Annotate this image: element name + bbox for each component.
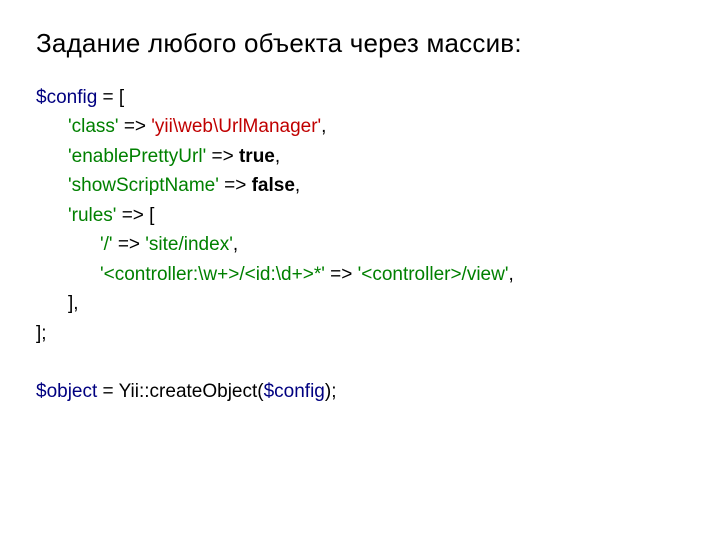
code-line: 'rules' => [ (36, 201, 684, 230)
code-punct: , (275, 146, 280, 167)
code-string: 'enablePrettyUrl' (68, 146, 206, 167)
slide: Задание любого объекта через массив: $co… (0, 0, 720, 435)
code-punct: ], (68, 293, 79, 314)
slide-title: Задание любого объекта через массив: (36, 28, 684, 59)
code-string: '<controller:\w+>/<id:\d+>*' (100, 264, 325, 285)
code-punct: , (233, 234, 238, 255)
code-punct: ); (325, 381, 337, 402)
code-punct: = Yii::createObject( (97, 381, 263, 402)
code-variable: $config (264, 381, 325, 402)
code-punct: => (325, 264, 358, 285)
code-punct: , (508, 264, 513, 285)
code-line: 'showScriptName' => false, (36, 171, 684, 200)
code-punct: => (113, 234, 146, 255)
code-string: 'class' (68, 116, 119, 137)
code-line: '/' => 'site/index', (36, 230, 684, 259)
code-string: 'site/index' (145, 234, 233, 255)
code-punct: => (219, 175, 252, 196)
code-variable: $object (36, 381, 97, 402)
code-punct: => (206, 146, 239, 167)
code-boolean: true (239, 146, 275, 167)
code-punct: , (295, 175, 300, 196)
code-punct: => [ (116, 205, 154, 226)
code-boolean: false (252, 175, 295, 196)
code-line: 'enablePrettyUrl' => true, (36, 142, 684, 171)
code-string: 'rules' (68, 205, 116, 226)
code-line: 'class' => 'yii\web\UrlManager', (36, 112, 684, 141)
code-line: $object = Yii::createObject($config); (36, 377, 684, 406)
code-punct: , (321, 116, 326, 137)
code-punct: = [ (97, 87, 124, 108)
code-line: ], (36, 289, 684, 318)
code-line: ]; (36, 319, 684, 348)
code-punct: ]; (36, 323, 47, 344)
code-variable: $config (36, 87, 97, 108)
code-line: $config = [ (36, 83, 684, 112)
code-string: '<controller>/view' (358, 264, 509, 285)
code-punct: => (119, 116, 152, 137)
code-string: 'showScriptName' (68, 175, 219, 196)
code-block: $config = [ 'class' => 'yii\web\UrlManag… (36, 83, 684, 407)
blank-line (36, 348, 684, 377)
code-line: '<controller:\w+>/<id:\d+>*' => '<contro… (36, 260, 684, 289)
code-string: '/' (100, 234, 113, 255)
code-classname: 'yii\web\UrlManager' (151, 116, 321, 137)
